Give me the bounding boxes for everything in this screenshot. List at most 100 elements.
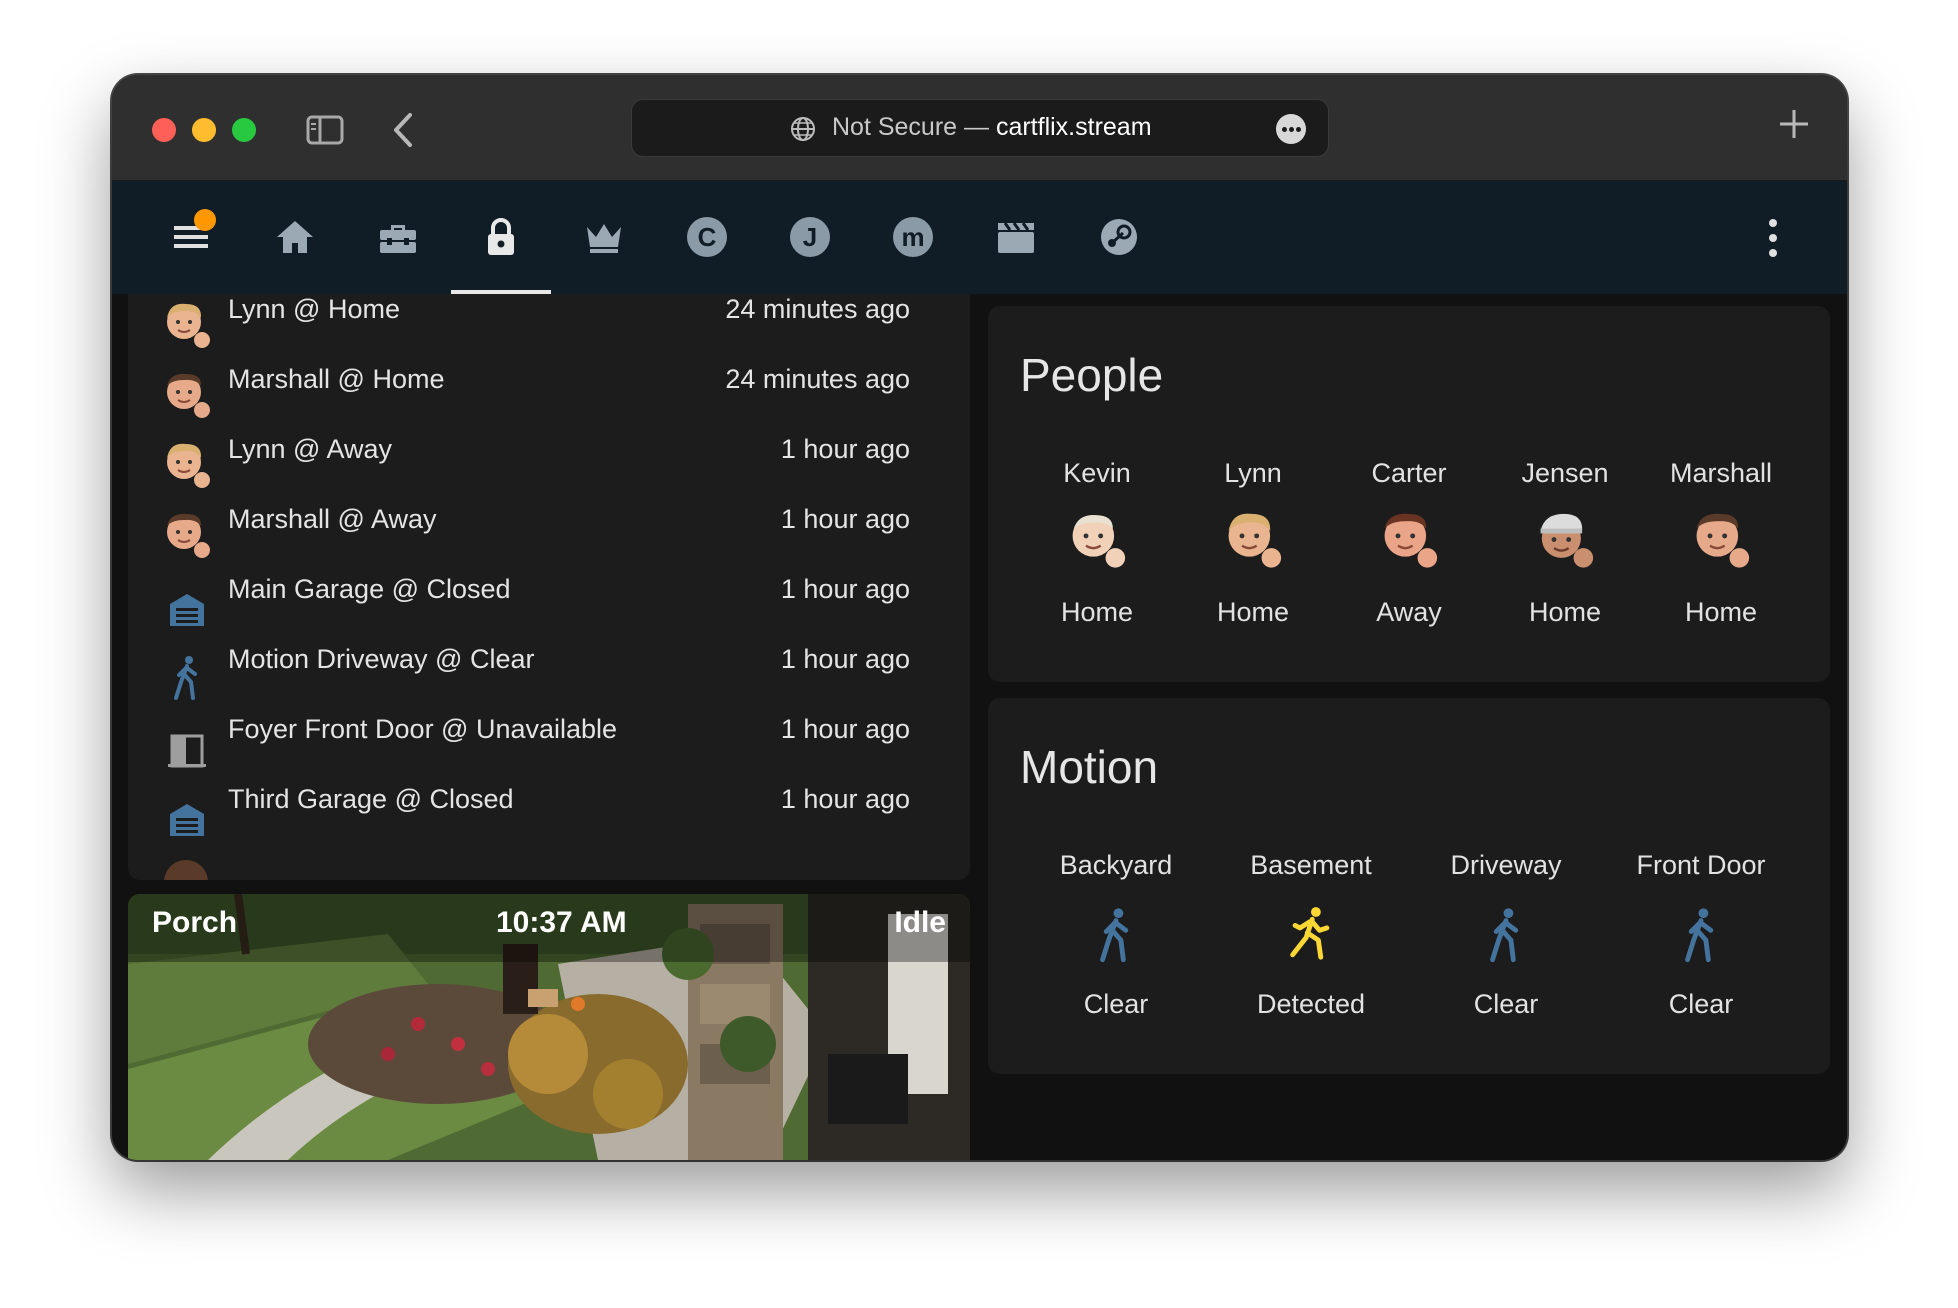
logbook-entry-name: Lynn @ Away bbox=[228, 434, 393, 464]
zoom-window-button[interactable] bbox=[232, 118, 256, 142]
person-avatar-icon bbox=[1696, 513, 1750, 568]
sidebar-toggle-icon[interactable] bbox=[306, 115, 344, 145]
motion-sensor-state: Detected bbox=[1256, 989, 1366, 1019]
close-window-button[interactable] bbox=[152, 118, 176, 142]
globe-icon bbox=[791, 117, 815, 141]
person-avatar-icon bbox=[1384, 513, 1438, 568]
page-options-icon[interactable] bbox=[1276, 114, 1306, 144]
motion-tile-basement[interactable]: Basement Detected bbox=[1241, 850, 1381, 1020]
c-circle-icon: C bbox=[687, 217, 727, 257]
crown-icon bbox=[587, 224, 621, 253]
logbook-entry-name: Lynn @ Home bbox=[228, 294, 400, 324]
logbook-entry[interactable]: Motion Driveway @ Clear 1 hour ago bbox=[128, 638, 970, 708]
person-tile-jensen[interactable]: Jensen Home bbox=[1505, 458, 1625, 628]
logbook-entry-time: 1 hour ago bbox=[780, 644, 910, 674]
person-name: Jensen bbox=[1521, 458, 1609, 488]
person-name: Lynn bbox=[1224, 458, 1282, 488]
logbook-entry[interactable]: Marshall @ Home 24 minutes ago bbox=[128, 358, 970, 428]
person-avatar-icon bbox=[167, 303, 210, 348]
person-state: Away bbox=[1376, 597, 1442, 627]
logbook-entry-time: 1 hour ago bbox=[780, 784, 910, 814]
person-state: Home bbox=[1060, 597, 1134, 627]
people-card-title: People bbox=[1020, 349, 1164, 401]
logbook-entry[interactable]: Lynn @ Home 24 minutes ago bbox=[128, 294, 970, 358]
tab-m[interactable]: m bbox=[873, 181, 953, 294]
motion-sensor-state: Clear bbox=[1083, 989, 1149, 1019]
tab-steam[interactable] bbox=[1079, 181, 1159, 294]
logbook-entry-name: Marshall @ Home bbox=[228, 364, 445, 394]
motion-tile-driveway[interactable]: Driveway Clear bbox=[1436, 850, 1576, 1020]
motion-sensor-name: Front Door bbox=[1636, 850, 1766, 880]
motion-sensor-name: Driveway bbox=[1450, 850, 1562, 880]
toolbox-icon bbox=[380, 225, 416, 253]
steam-icon bbox=[1101, 219, 1137, 255]
tab-security[interactable] bbox=[451, 181, 551, 294]
person-state: Home bbox=[1528, 597, 1602, 627]
walk-icon bbox=[174, 656, 197, 700]
back-arrow-icon[interactable] bbox=[390, 111, 418, 149]
tab-toolbox[interactable] bbox=[358, 181, 438, 294]
person-name: Carter bbox=[1371, 458, 1447, 488]
notification-badge bbox=[194, 209, 216, 231]
logbook-entry[interactable]: Foyer Front Door @ Unavailable 1 hour ag… bbox=[128, 708, 970, 778]
motion-sensor-name: Backyard bbox=[1059, 850, 1173, 880]
person-avatar-icon bbox=[1228, 513, 1282, 568]
logbook-entry[interactable]: Marshall @ Away 1 hour ago bbox=[128, 498, 970, 568]
logbook-entry[interactable]: Main Garage @ Closed 1 hour ago bbox=[128, 568, 970, 638]
walk-icon bbox=[1685, 908, 1714, 963]
title-bar: Not Secure — cartflix.stream bbox=[112, 75, 1847, 181]
tab-c[interactable]: C bbox=[667, 181, 747, 294]
tab-media[interactable] bbox=[976, 181, 1056, 294]
person-state: Home bbox=[1216, 597, 1290, 627]
logbook-entry-time: 1 hour ago bbox=[780, 434, 910, 464]
logbook-entry-time: 24 minutes ago bbox=[725, 364, 910, 394]
logbook-entry[interactable]: Third Garage @ Closed 1 hour ago bbox=[128, 778, 970, 848]
minimize-window-button[interactable] bbox=[192, 118, 216, 142]
logbook-entry-name: Marshall @ Away bbox=[228, 504, 437, 534]
motion-tile-backyard[interactable]: Backyard Clear bbox=[1046, 850, 1186, 1020]
menu-button[interactable] bbox=[152, 181, 232, 294]
tab-crown[interactable] bbox=[564, 181, 644, 294]
door-icon bbox=[168, 734, 206, 768]
motion-tile-front-door[interactable]: Front Door Clear bbox=[1631, 850, 1771, 1020]
walk-icon bbox=[1100, 908, 1129, 963]
dashboard-content: Lynn @ Home 24 minutes ago Marshall @ Ho… bbox=[112, 294, 1847, 1160]
url-text: Not Secure — cartflix.stream bbox=[832, 113, 1152, 142]
j-circle-icon: J bbox=[790, 217, 830, 257]
m-circle-icon: m bbox=[893, 217, 933, 257]
camera-status: Idle bbox=[894, 906, 946, 939]
garage-icon bbox=[170, 594, 204, 626]
camera-time: 10:37 AM bbox=[496, 906, 627, 939]
person-tile-kevin[interactable]: Kevin Home bbox=[1037, 458, 1157, 628]
person-avatar-icon bbox=[167, 513, 210, 558]
overflow-menu-icon[interactable] bbox=[1767, 219, 1777, 259]
person-tile-marshall[interactable]: Marshall Home bbox=[1661, 458, 1781, 628]
url-host: cartflix.stream bbox=[995, 113, 1152, 141]
motion-card-title: Motion bbox=[1020, 741, 1159, 793]
motion-sensor-name: Basement bbox=[1250, 850, 1372, 880]
person-tile-carter[interactable]: Carter Away bbox=[1349, 458, 1469, 628]
logbook-entry-time: 1 hour ago bbox=[780, 714, 910, 744]
person-avatar-icon bbox=[1540, 513, 1594, 568]
logbook-entry[interactable]: Lynn @ Away 1 hour ago bbox=[128, 428, 970, 498]
logbook-entry-time: 24 minutes ago bbox=[725, 294, 910, 324]
new-tab-icon[interactable] bbox=[1777, 107, 1811, 141]
person-name: Kevin bbox=[1063, 458, 1131, 488]
garage-icon bbox=[170, 804, 204, 836]
tab-j[interactable]: J bbox=[770, 181, 850, 294]
lock-icon bbox=[488, 218, 514, 255]
person-tile-lynn[interactable]: Lynn Home bbox=[1193, 458, 1313, 628]
person-avatar-icon bbox=[167, 443, 210, 488]
logbook-card: Lynn @ Home 24 minutes ago Marshall @ Ho… bbox=[128, 294, 970, 880]
person-avatar-icon bbox=[1072, 515, 1126, 568]
address-bar[interactable]: Not Secure — cartflix.stream bbox=[631, 99, 1329, 157]
run-icon bbox=[1290, 907, 1330, 960]
logbook-entry-partial[interactable] bbox=[128, 848, 970, 880]
camera-info-bar: Porch 10:37 AM Idle bbox=[128, 894, 970, 962]
logbook-entry-name: Third Garage @ Closed bbox=[228, 784, 514, 814]
logbook-entry-name: Foyer Front Door @ Unavailable bbox=[228, 714, 618, 744]
motion-sensor-state: Clear bbox=[1668, 989, 1734, 1019]
motion-sensor-state: Clear bbox=[1473, 989, 1539, 1019]
porch-camera-feed[interactable]: Porch 10:37 AM Idle bbox=[128, 894, 970, 1160]
tab-home[interactable] bbox=[255, 181, 335, 294]
